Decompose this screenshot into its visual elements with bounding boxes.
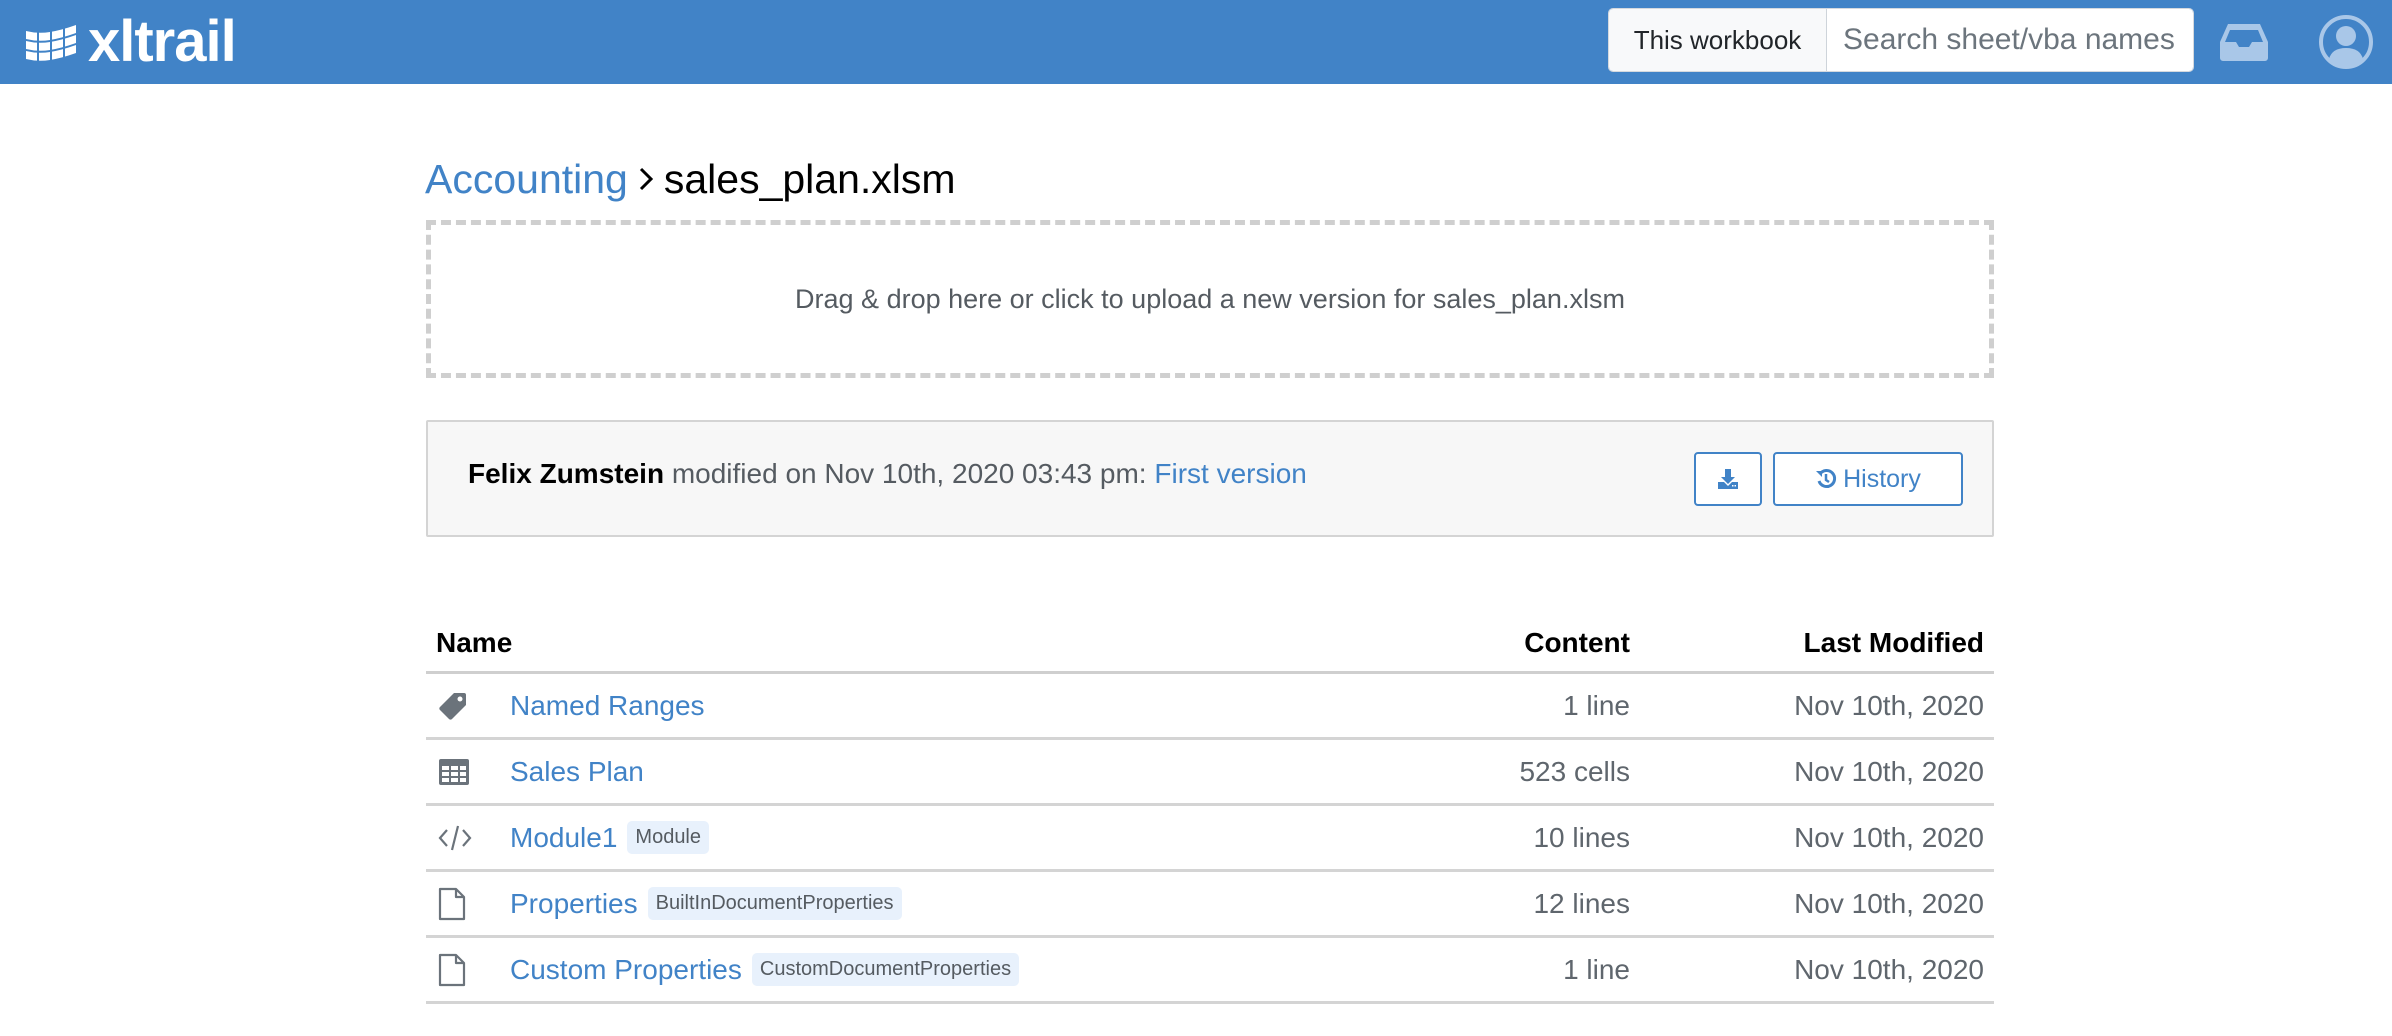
table-row[interactable]: Sales Plan 523 cells Nov 10th, 2020 bbox=[426, 740, 1994, 806]
row-last-modified: Nov 10th, 2020 bbox=[1794, 689, 1984, 721]
column-header-name[interactable]: Name bbox=[426, 627, 1426, 659]
download-icon bbox=[1718, 469, 1738, 489]
tag-icon bbox=[438, 686, 486, 726]
commit-message-link[interactable]: First version bbox=[1154, 458, 1306, 489]
row-last-modified: Nov 10th, 2020 bbox=[1794, 953, 1984, 985]
upload-dropzone[interactable]: Drag & drop here or click to upload a ne… bbox=[426, 220, 1994, 378]
row-name-link[interactable]: Named Ranges bbox=[510, 690, 705, 722]
table-row[interactable]: Module1 Module 10 lines Nov 10th, 2020 bbox=[426, 806, 1994, 872]
code-icon bbox=[438, 818, 486, 858]
version-info-line: Felix Zumstein modified on Nov 10th, 202… bbox=[468, 458, 1307, 490]
file-icon bbox=[438, 884, 486, 924]
row-content: 10 lines bbox=[1533, 821, 1630, 853]
row-name-link[interactable]: Sales Plan bbox=[510, 756, 644, 788]
row-content: 1 line bbox=[1563, 689, 1630, 721]
table-icon bbox=[438, 752, 486, 792]
search-input[interactable] bbox=[1827, 9, 2193, 71]
version-info-box: Felix Zumstein modified on Nov 10th, 202… bbox=[426, 420, 1994, 537]
version-author: Felix Zumstein bbox=[468, 458, 665, 489]
chevron-right-icon bbox=[638, 156, 654, 203]
row-type-badge: BuiltInDocumentProperties bbox=[647, 887, 902, 920]
history-label: History bbox=[1843, 464, 1921, 493]
table-row[interactable]: Properties BuiltInDocumentProperties 12 … bbox=[426, 872, 1994, 938]
row-last-modified: Nov 10th, 2020 bbox=[1794, 821, 1984, 853]
user-avatar-icon[interactable] bbox=[2316, 12, 2376, 72]
xltrail-logo[interactable]: xltrail bbox=[24, 9, 237, 74]
table-row[interactable]: Custom Properties CustomDocumentProperti… bbox=[426, 938, 1994, 1004]
dropzone-text: Drag & drop here or click to upload a ne… bbox=[795, 283, 1625, 314]
version-action-text: modified on Nov 10th, 2020 03:43 pm: bbox=[664, 458, 1155, 489]
search-scope-button[interactable]: This workbook bbox=[1609, 9, 1827, 71]
top-navbar: xltrail This workbook bbox=[0, 0, 2392, 84]
search-group: This workbook bbox=[1608, 8, 2194, 72]
inbox-icon[interactable] bbox=[2214, 12, 2274, 72]
row-name-link[interactable]: Module1 bbox=[510, 822, 617, 854]
workbook-contents-table: Name Content Last Modified Named Ranges … bbox=[426, 612, 1994, 1004]
logo-text: xltrail bbox=[88, 9, 237, 74]
column-header-content[interactable]: Content bbox=[1426, 627, 1636, 659]
table-header: Name Content Last Modified bbox=[426, 612, 1994, 674]
column-header-last-modified[interactable]: Last Modified bbox=[1636, 627, 1994, 659]
logo-grid-icon bbox=[26, 25, 76, 63]
download-button[interactable] bbox=[1694, 452, 1762, 506]
history-button[interactable]: History bbox=[1773, 452, 1963, 506]
row-content: 523 cells bbox=[1519, 755, 1630, 787]
row-name-link[interactable]: Custom Properties bbox=[510, 954, 742, 986]
history-icon bbox=[1816, 469, 1837, 488]
file-icon bbox=[438, 950, 486, 990]
breadcrumb-current: sales_plan.xlsm bbox=[663, 156, 956, 202]
table-row[interactable]: Named Ranges 1 line Nov 10th, 2020 bbox=[426, 674, 1994, 740]
row-last-modified: Nov 10th, 2020 bbox=[1794, 755, 1984, 787]
breadcrumb-parent-link[interactable]: Accounting bbox=[425, 156, 628, 203]
row-type-badge: CustomDocumentProperties bbox=[751, 953, 1020, 986]
row-content: 12 lines bbox=[1533, 887, 1630, 919]
row-content: 1 line bbox=[1563, 953, 1630, 985]
row-type-badge: Module bbox=[627, 821, 710, 854]
breadcrumb: Accounting sales_plan.xlsm bbox=[425, 156, 956, 203]
row-last-modified: Nov 10th, 2020 bbox=[1794, 887, 1984, 919]
row-name-link[interactable]: Properties bbox=[510, 888, 638, 920]
